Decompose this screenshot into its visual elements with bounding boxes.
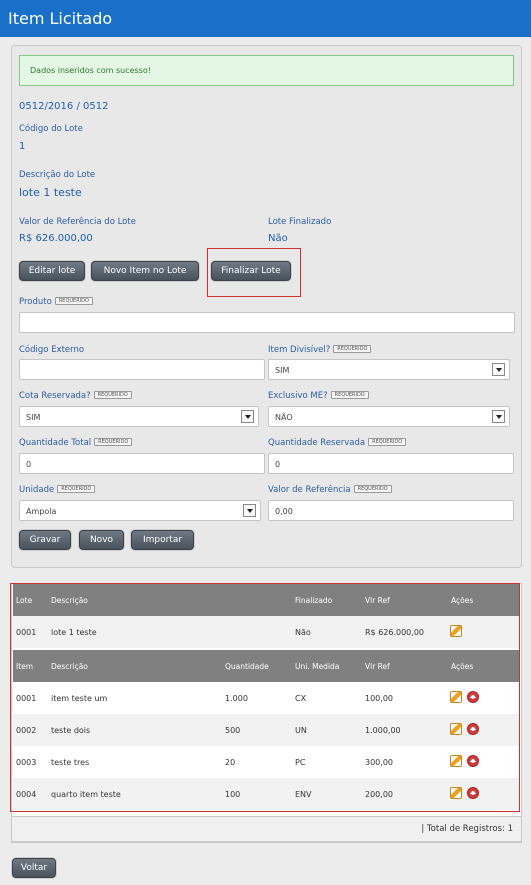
valor-lote-label: Valor de Referência do Lote xyxy=(19,217,136,227)
exclusivo-me-select[interactable]: NÃO xyxy=(268,406,510,427)
chevron-down-icon xyxy=(243,504,256,517)
window-title: Item Licitado xyxy=(0,0,531,37)
descricao-lote-value: lote 1 teste xyxy=(19,186,82,199)
lote-finalizado-value: Não xyxy=(268,233,288,244)
voltar-button[interactable]: Voltar xyxy=(12,858,56,878)
quantidade-reservada-input[interactable]: 0 xyxy=(268,453,514,474)
unidade-label: Unidade REQUERIDO xyxy=(19,485,96,495)
codigo-lote-value: 1 xyxy=(19,141,26,152)
cota-reservada-select[interactable]: SIM xyxy=(19,406,259,427)
novo-item-lote-button[interactable]: Novo Item no Lote xyxy=(91,261,199,281)
valor-referencia-label: Valor de Referência REQUERIDO xyxy=(268,485,392,495)
valor-lote-value: R$ 626.000,00 xyxy=(19,233,93,244)
chevron-down-icon xyxy=(492,410,505,423)
success-alert: Dados inseridos com sucesso! xyxy=(19,55,514,86)
unidade-select[interactable]: Ampola xyxy=(19,500,261,521)
gravar-button[interactable]: Gravar xyxy=(19,530,71,550)
codigo-externo-label: Código Externo xyxy=(19,345,85,355)
chevron-down-icon xyxy=(241,410,254,423)
item-divisivel-label: Item Divisível? REQUERIDO xyxy=(268,345,372,355)
descricao-lote-label: Descrição do Lote xyxy=(19,170,96,180)
required-tag: REQUERIDO xyxy=(333,345,372,353)
required-tag: REQUERIDO xyxy=(94,438,133,446)
cota-reservada-label: Cota Reservada? REQUERIDO xyxy=(19,391,132,401)
exclusivo-me-value: NÃO xyxy=(275,413,293,422)
finalizar-highlight xyxy=(207,248,301,297)
valor-referencia-input[interactable]: 0,00 xyxy=(268,500,514,521)
importar-button[interactable]: Importar xyxy=(131,530,194,550)
total-registros: | Total de Registros: 1 xyxy=(11,816,522,842)
codigo-externo-input[interactable] xyxy=(19,359,265,380)
lote-finalizado-label: Lote Finalizado xyxy=(268,217,332,227)
process-number: 0512/2016 / 0512 xyxy=(19,101,109,112)
table-highlight xyxy=(10,583,520,812)
required-tag: REQUERIDO xyxy=(54,297,93,305)
required-tag: REQUERIDO xyxy=(368,438,407,446)
required-tag: REQUERIDO xyxy=(330,391,369,399)
codigo-lote-label: Código do Lote xyxy=(19,124,83,134)
quantidade-reservada-label: Quantidade Reservada REQUERIDO xyxy=(268,438,407,448)
item-divisivel-select[interactable]: SIM xyxy=(268,359,510,380)
item-divisivel-value: SIM xyxy=(275,366,290,375)
exclusivo-me-label: Exclusivo ME? REQUERIDO xyxy=(268,391,369,401)
quantidade-total-input[interactable]: 0 xyxy=(19,453,265,474)
required-tag: REQUERIDO xyxy=(93,391,132,399)
required-tag: REQUERIDO xyxy=(57,485,96,493)
chevron-down-icon xyxy=(492,363,505,376)
produto-label: Produto REQUERIDO xyxy=(19,297,93,307)
novo-button[interactable]: Novo xyxy=(79,530,124,550)
produto-input[interactable] xyxy=(19,312,515,333)
required-tag: REQUERIDO xyxy=(353,485,392,493)
editar-lote-button[interactable]: Editar lote xyxy=(19,261,85,281)
unidade-value: Ampola xyxy=(26,507,57,516)
quantidade-total-label: Quantidade Total REQUERIDO xyxy=(19,438,133,448)
cota-reservada-value: SIM xyxy=(26,413,41,422)
